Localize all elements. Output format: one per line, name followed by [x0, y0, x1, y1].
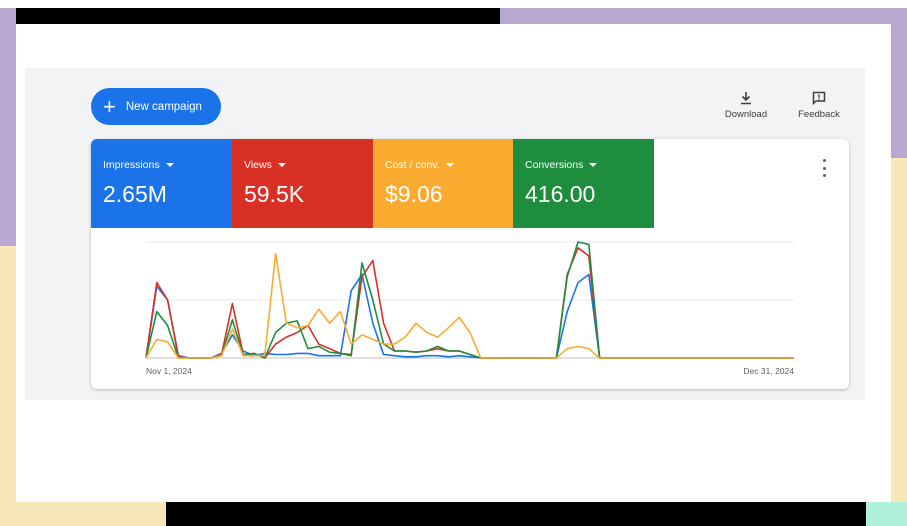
series-line-0	[145, 273, 794, 359]
dropdown-caret-icon	[277, 163, 286, 167]
decorative-bar-yellow-bottom	[16, 502, 166, 526]
decorative-bar-black-top	[16, 8, 500, 24]
metric-tile-views[interactable]: Views 59.5K	[232, 139, 373, 228]
decorative-bar-black-bottom	[166, 502, 866, 526]
dropdown-caret-icon	[165, 163, 174, 167]
new-campaign-label: New campaign	[125, 100, 202, 113]
series-line-3	[145, 252, 794, 359]
metric-tile-impressions[interactable]: Impressions 2.65M	[91, 139, 232, 228]
x-axis-end-label: Dec 31, 2024	[743, 366, 794, 376]
metric-label: Cost / conv.	[385, 159, 440, 171]
metric-tile-conversions[interactable]: Conversions 416.00	[513, 139, 654, 228]
metric-tile-cost-per-conversion[interactable]: Cost / conv. $9.06	[373, 139, 514, 228]
download-label: Download	[724, 109, 768, 120]
new-campaign-button[interactable]: + New campaign	[91, 88, 221, 125]
download-icon	[741, 92, 751, 105]
series-line-1	[145, 246, 794, 359]
performance-card: Impressions 2.65M Views 59.5K Cost / con…	[91, 139, 849, 389]
dropdown-caret-icon	[445, 163, 454, 167]
decorative-bar-yellow-right	[891, 158, 907, 502]
decorative-bar-purple-right	[891, 24, 907, 158]
decorative-bar-mint-bottom	[866, 502, 907, 526]
metric-value: 59.5K	[244, 181, 305, 207]
metric-label: Impressions	[103, 159, 160, 171]
x-axis-start-label: Nov 1, 2024	[146, 366, 192, 376]
metric-label: Views	[244, 159, 272, 171]
feedback-label: Feedback	[798, 109, 840, 120]
metric-value: 416.00	[525, 181, 596, 207]
performance-line-chart: Nov 1, 2024 Dec 31, 2024	[145, 241, 794, 376]
metric-value: 2.65M	[103, 181, 167, 207]
plus-icon: +	[103, 93, 116, 119]
metric-label: Conversions	[525, 159, 584, 171]
decorative-bar-yellow-left	[0, 246, 16, 526]
more-options-icon[interactable]	[817, 159, 831, 177]
dropdown-caret-icon	[589, 163, 598, 167]
decorative-bar-purple-left	[0, 8, 16, 246]
feedback-button[interactable]: Feedback	[796, 90, 842, 120]
feedback-icon	[812, 91, 826, 106]
decorative-bar-purple-top	[500, 8, 907, 24]
metric-value: $9.06	[385, 181, 443, 207]
download-button[interactable]: Download	[722, 90, 770, 120]
